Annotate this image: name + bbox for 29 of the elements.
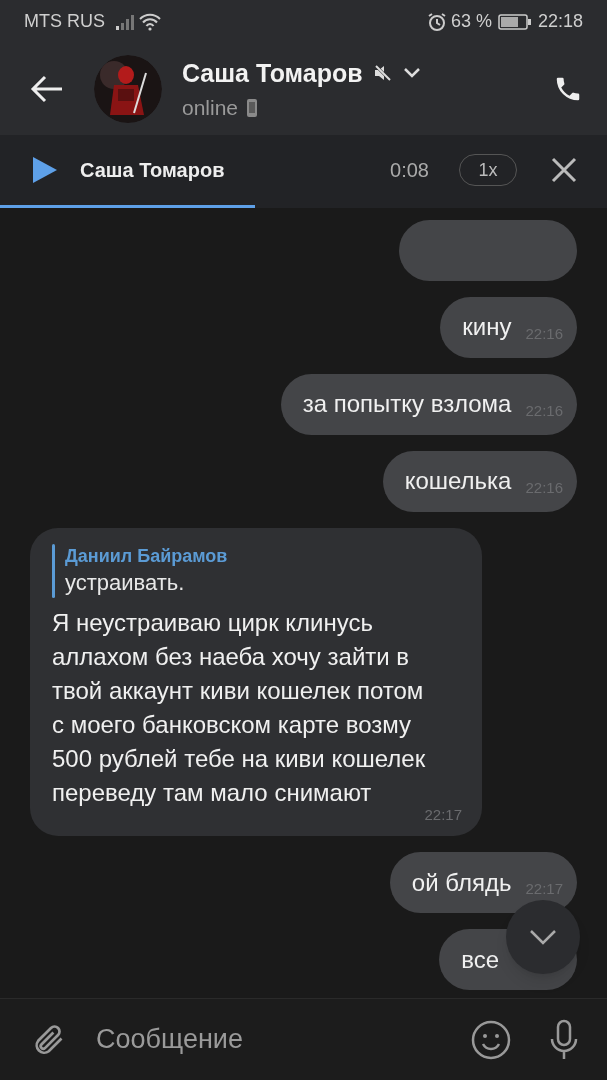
message-text: за попытку взлома <box>302 389 512 419</box>
message-input[interactable]: Сообщение <box>96 1019 471 1060</box>
contact-name: Саша Томаров <box>182 57 363 89</box>
close-icon[interactable] <box>551 157 577 183</box>
microphone-icon[interactable] <box>549 1018 579 1061</box>
chevron-down-icon[interactable] <box>402 67 421 80</box>
message-text: ой блядь <box>411 867 512 898</box>
chevron-down-icon <box>529 929 557 945</box>
emoji-icon[interactable] <box>471 1019 511 1060</box>
carrier-name: MTS RUS <box>24 10 105 33</box>
reply-author: Даниил Байрамов <box>65 544 228 568</box>
track-title: Саша Томаров <box>80 158 225 183</box>
battery-icon <box>497 12 532 31</box>
play-icon[interactable] <box>32 156 58 184</box>
back-icon[interactable] <box>30 74 64 104</box>
signal-icon <box>115 13 137 30</box>
reply-text: устраивать. <box>65 568 186 597</box>
message-text: все <box>461 944 499 975</box>
contact-status: online <box>182 95 239 121</box>
track-time: 0:08 <box>390 158 429 183</box>
phone-device-icon <box>246 97 259 118</box>
message-time: 22:17 <box>424 804 462 825</box>
battery-percent: 63 % <box>450 10 492 33</box>
message-text: Я неустраиваю цирк клинусь аллахом без наеба хочу зайти в твой аккаунт киви кошелек потом с моего банковском карте возму 500 рублей тебе на киви кошелек переведу там мало снимают <box>52 607 427 808</box>
message-text: кошелька <box>404 466 512 496</box>
alarm-icon <box>426 11 447 32</box>
wifi-icon <box>139 12 161 31</box>
message-text: кину <box>462 312 512 342</box>
clock: 22:18 <box>537 10 583 33</box>
